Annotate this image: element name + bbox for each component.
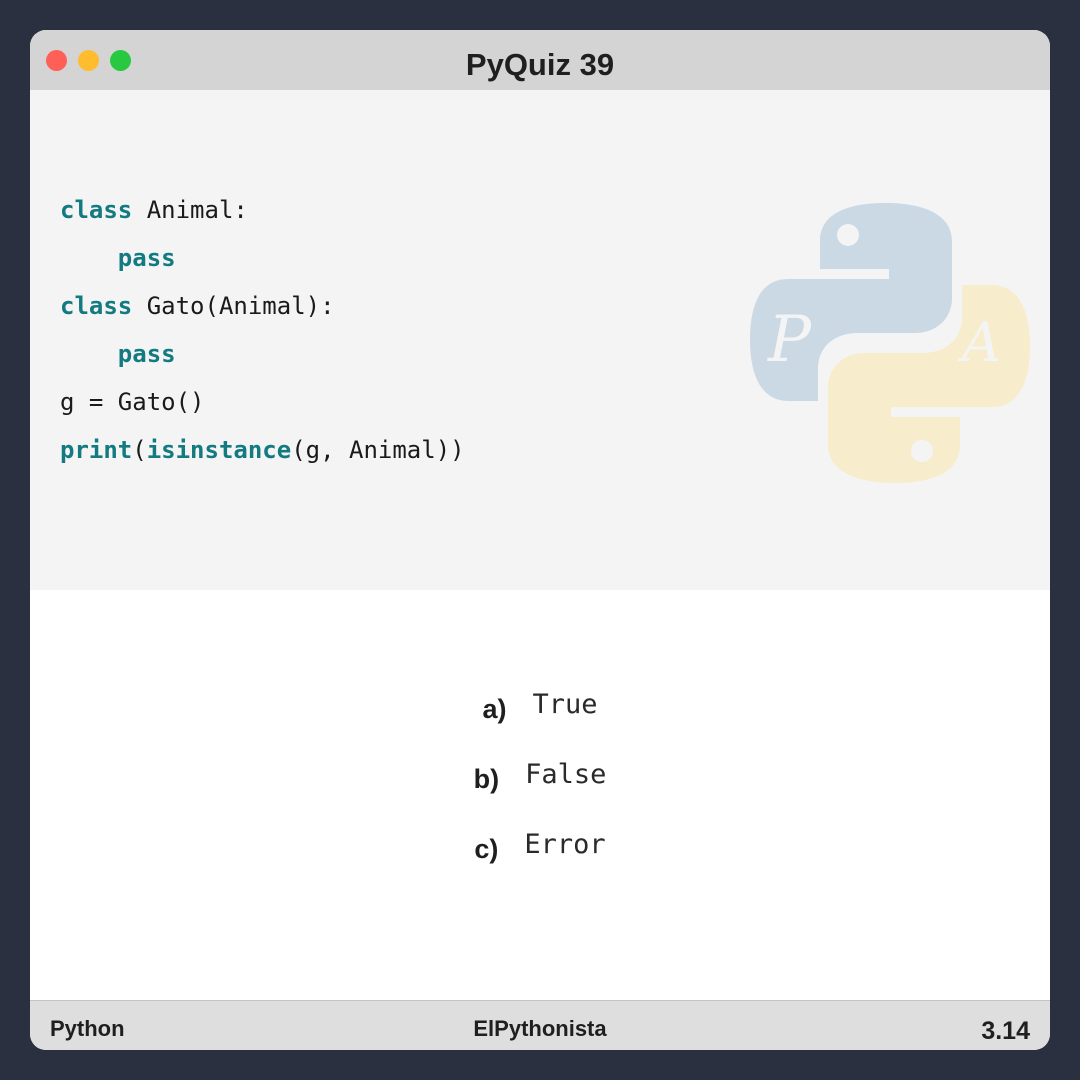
code-block: class Animal: pass class Gato(Animal): pa… [60,190,465,478]
quiz-window: PyQuiz 39 P A class Animal: pass class Ga… [30,30,1050,1050]
option-a[interactable]: a) True [30,682,1050,732]
code-text: ( [132,436,147,464]
option-b-text: False [525,759,607,790]
code-line: g = Gato() [60,382,465,430]
footer-bar: Python ElPythonista 3.14 [30,1000,1050,1050]
option-c-text: Error [524,829,606,860]
code-keyword: class [60,196,133,224]
code-keyword: pass [117,244,176,272]
code-text: Gato(Animal): [132,292,335,320]
code-text: g = Gato() [60,388,205,416]
answer-options: a) True b) False c) Error [30,590,1050,1000]
code-keyword: pass [117,340,176,368]
python-logo-icon: P A [750,203,1030,483]
python-logo-yellow-eye [911,440,933,462]
code-keyword: class [60,292,133,320]
footer-author: ElPythonista [473,1016,607,1041]
python-logo-letter-right: A [957,311,1001,374]
footer-version: 3.14 [981,1017,1030,1045]
window-title: PyQuiz 39 [465,47,615,82]
code-line: print(isinstance(g, Animal)) [60,430,465,478]
code-keyword: print [60,436,133,464]
code-line: class Animal: [60,190,465,238]
code-line: pass [60,334,465,382]
option-a-letter: a) [482,694,507,724]
option-c-letter: c) [474,834,499,864]
option-b-letter: b) [473,764,500,794]
code-text: Animal: [132,196,248,224]
option-c[interactable]: c) Error [30,822,1050,872]
code-line: pass [60,238,465,286]
python-logo-letter-left: P [767,303,812,377]
option-b[interactable]: b) False [30,752,1050,802]
code-text: (g, Animal)) [291,436,465,464]
code-keyword: isinstance [146,436,292,464]
code-panel: P A class Animal: pass class Gato(Animal)… [30,90,1050,590]
code-line: class Gato(Animal): [60,286,465,334]
title-bar: PyQuiz 39 [30,30,1050,90]
python-logo-blue-eye [837,224,859,246]
option-a-text: True [532,689,598,720]
